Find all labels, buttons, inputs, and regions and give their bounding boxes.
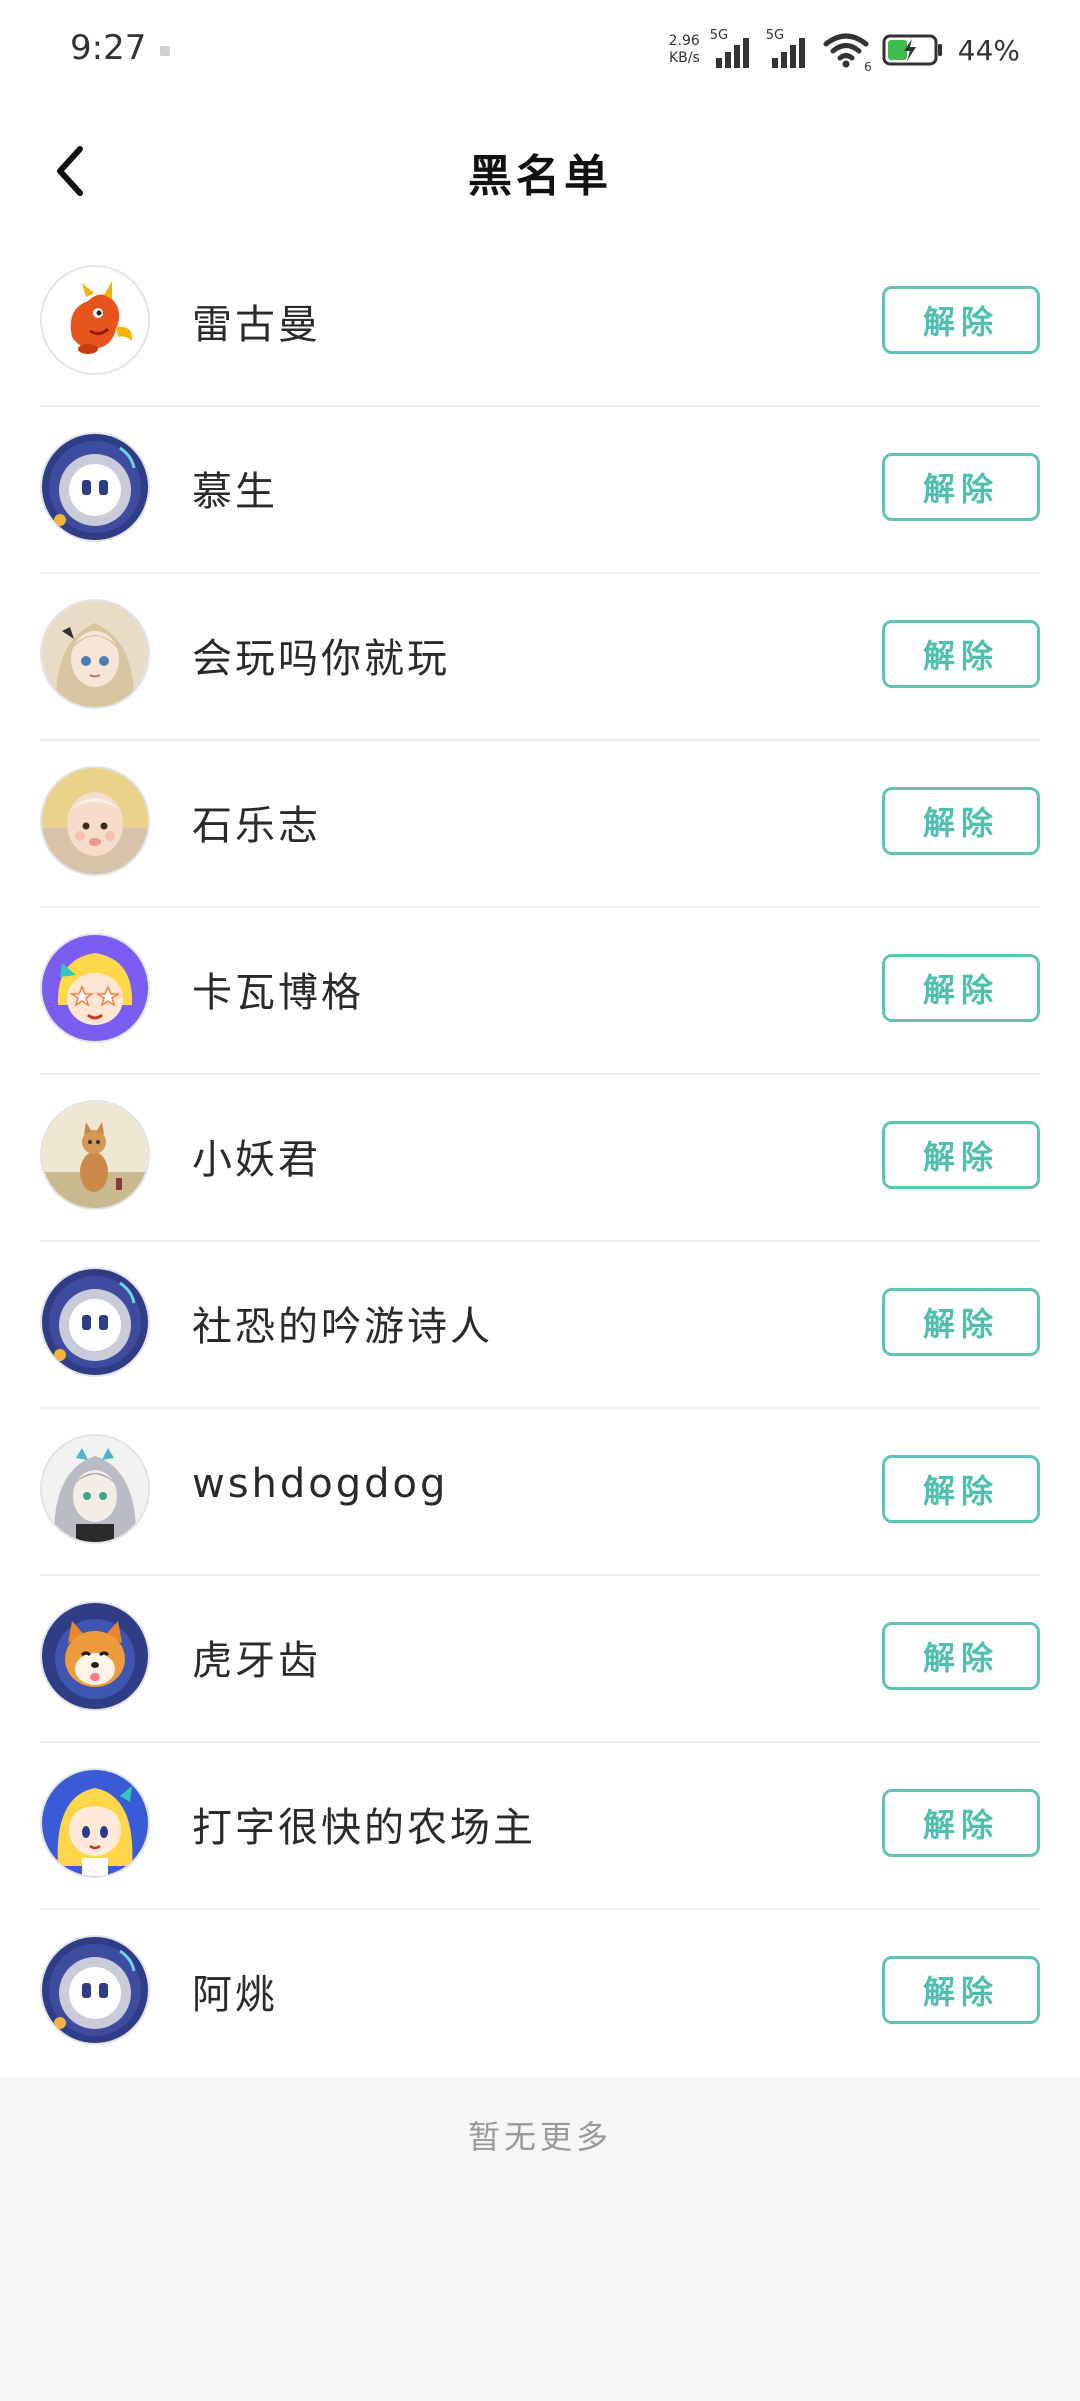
- blacklist-row: 卡瓦博格 解除: [0, 908, 1080, 1075]
- network-speed-unit: KB/s: [668, 50, 700, 66]
- cat-photo-avatar[interactable]: [40, 1100, 150, 1210]
- sim2-network-tag: 5G: [765, 28, 785, 43]
- star-eyes-avatar[interactable]: [40, 933, 150, 1043]
- blacklist-row: 慕生 解除: [0, 407, 1080, 574]
- remove-from-blacklist-button[interactable]: 解除: [882, 787, 1040, 855]
- blacklist-row: 虎牙齿 解除: [0, 1576, 1080, 1743]
- baby-photo-avatar[interactable]: [40, 766, 150, 876]
- user-name: 石乐志: [192, 803, 321, 849]
- robot-avatar[interactable]: [40, 432, 150, 542]
- blacklist-row: 雷古曼 解除: [0, 240, 1080, 407]
- shiba-avatar[interactable]: [40, 1601, 150, 1711]
- user-name: wshdogdog: [192, 1461, 449, 1507]
- blacklist-row: 石乐志 解除: [0, 741, 1080, 908]
- blacklist-row: 小妖君 解除: [0, 1075, 1080, 1242]
- user-name: 社恐的吟游诗人: [192, 1304, 493, 1350]
- remove-from-blacklist-button[interactable]: 解除: [882, 1956, 1040, 2024]
- remove-from-blacklist-button[interactable]: 解除: [882, 620, 1040, 688]
- blacklist-list: 雷古曼 解除 慕生 解除 会玩吗你就玩 解除 石乐志 解除 卡瓦博格 解除 小妖君 解除 社恐的吟游诗人…: [0, 240, 1080, 2077]
- blonde-character-avatar[interactable]: [40, 1768, 150, 1878]
- wifi-icon: 6: [822, 30, 872, 74]
- user-name: 慕生: [192, 469, 278, 515]
- blacklist-row: wshdogdog 解除: [0, 1409, 1080, 1576]
- user-name: 雷古曼: [192, 302, 321, 348]
- wifi-tag: 6: [864, 60, 872, 74]
- blacklist-row: 会玩吗你就玩 解除: [0, 574, 1080, 741]
- cell-signal-2-icon: 5G: [765, 28, 812, 70]
- battery-percent: 44%: [957, 33, 1020, 67]
- remove-from-blacklist-button[interactable]: 解除: [882, 954, 1040, 1022]
- remove-from-blacklist-button[interactable]: 解除: [882, 1288, 1040, 1356]
- remove-from-blacklist-button[interactable]: 解除: [882, 1121, 1040, 1189]
- header: 黑名单: [0, 100, 1080, 240]
- robot-avatar[interactable]: [40, 1267, 150, 1377]
- remove-from-blacklist-button[interactable]: 解除: [882, 1789, 1040, 1857]
- remove-from-blacklist-button[interactable]: 解除: [882, 1455, 1040, 1523]
- no-more-note: 暂无更多: [467, 2118, 612, 2156]
- user-name: 小妖君: [192, 1137, 321, 1183]
- sim1-network-tag: 5G: [709, 28, 729, 43]
- notification-dot-icon: [160, 46, 170, 56]
- blacklist-row: 打字很快的农场主 解除: [0, 1743, 1080, 1910]
- user-name: 会玩吗你就玩: [192, 636, 450, 682]
- user-name: 虎牙齿: [192, 1638, 321, 1684]
- blacklist-page: 9:27 2.96 KB/s 5G 5G 6 44% 黑名单 雷古曼 解除 慕生…: [0, 0, 1080, 2401]
- user-name: 阿烑: [192, 1972, 278, 2018]
- robot-avatar[interactable]: [40, 1935, 150, 2045]
- remove-from-blacklist-button[interactable]: 解除: [882, 1622, 1040, 1690]
- anime-girl-avatar[interactable]: [40, 599, 150, 709]
- blacklist-row: 阿烑 解除: [0, 1910, 1080, 2077]
- remove-from-blacklist-button[interactable]: 解除: [882, 453, 1040, 521]
- network-speed-value: 2.96: [668, 33, 700, 49]
- status-icons: 2.96 KB/s 5G 5G 6 44%: [664, 26, 1020, 74]
- network-speed: 2.96 KB/s: [664, 33, 700, 67]
- status-bar: 9:27 2.96 KB/s 5G 5G 6 44%: [0, 0, 1080, 100]
- battery-icon: [882, 33, 944, 67]
- status-time: 9:27: [70, 28, 147, 68]
- user-name: 打字很快的农场主: [192, 1805, 536, 1851]
- silver-hair-avatar[interactable]: [40, 1434, 150, 1544]
- cell-signal-1-icon: 5G: [709, 28, 756, 70]
- remove-from-blacklist-button[interactable]: 解除: [882, 286, 1040, 354]
- page-title: 黑名单: [468, 151, 612, 202]
- user-name: 卡瓦博格: [192, 970, 364, 1016]
- dragon-avatar[interactable]: [40, 265, 150, 375]
- blacklist-row: 社恐的吟游诗人 解除: [0, 1242, 1080, 1409]
